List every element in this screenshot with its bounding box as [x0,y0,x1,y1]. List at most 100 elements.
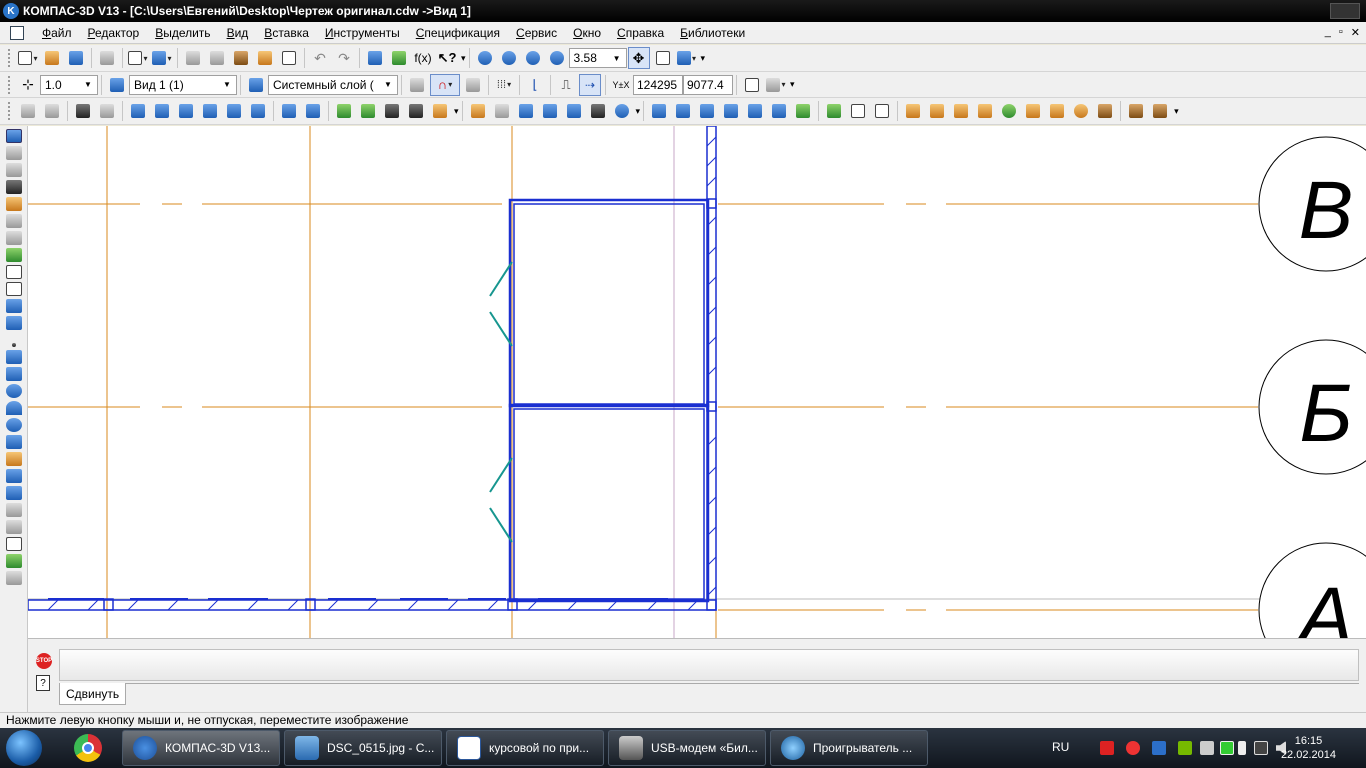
format-painter-button[interactable] [254,47,276,69]
furniture-10-button[interactable] [1125,100,1147,122]
furniture-6-button[interactable] [1022,100,1044,122]
taskbar-item-photo[interactable]: DSC_0515.jpg - C... [284,730,442,766]
tool-frame-button[interactable] [41,100,63,122]
reports-tool-icon[interactable] [6,282,22,296]
select-tool-icon[interactable] [6,231,22,245]
snap-button[interactable]: ∩ ▾ [430,73,460,96]
toolbar-overflow-icon[interactable]: ▾ [790,79,795,90]
new-document-button[interactable]: ▾ [17,47,39,69]
paste-button[interactable] [230,47,252,69]
taskbar-item-kompas[interactable]: КОМПАС-3D V13... [122,730,280,766]
help-icon[interactable]: ? [36,675,50,691]
arch-1-button[interactable] [648,100,670,122]
pan-button[interactable]: ✥ [627,47,650,69]
undo-button[interactable]: ↶ [309,47,331,69]
arch-3-button[interactable] [696,100,718,122]
insert-tool-icon[interactable] [6,299,22,313]
open-button[interactable] [41,47,63,69]
furniture-11-button[interactable] [1149,100,1171,122]
furniture-8-button[interactable] [1070,100,1092,122]
rectangle-tool-icon[interactable] [6,537,22,551]
lib-folder-button[interactable] [467,100,489,122]
zoom-combo[interactable]: 3.58 ▼ [568,48,627,68]
nvidia-icon[interactable] [1178,741,1192,755]
toolbar-grip[interactable] [8,49,12,67]
tool-cut-button[interactable] [333,100,355,122]
redo-button[interactable]: ↷ [333,47,355,69]
arch-8-button[interactable] [823,100,845,122]
furniture-3-button[interactable] [950,100,972,122]
arch-7-button[interactable] [792,100,814,122]
tool-diamond-button[interactable] [247,100,269,122]
spline-tool-icon[interactable] [6,435,22,449]
furniture-9-button[interactable] [1094,100,1116,122]
polyline-tool-icon[interactable] [6,486,22,500]
furniture-4-button[interactable] [974,100,996,122]
arch-2-button[interactable] [672,100,694,122]
view-manager-button[interactable] [364,47,386,69]
lib-tools-button[interactable] [587,100,609,122]
designations-tool-icon[interactable] [6,163,22,177]
properties-button[interactable] [278,47,300,69]
toolbar-overflow-icon[interactable]: ▾ [454,106,459,117]
dropdown-arrow-icon[interactable]: ▼ [220,77,234,93]
menu-window[interactable]: Окно [565,22,609,44]
save-button[interactable] [65,47,87,69]
param-mode-button[interactable]: ⇢ [579,73,601,96]
tool-column-button[interactable] [405,100,427,122]
layer-combo[interactable]: Системный слой ( ▼ [268,74,398,95]
arch-5-button[interactable] [744,100,766,122]
furniture-5-button[interactable] [998,100,1020,122]
doc-restore-icon[interactable]: ▫ [1339,26,1343,39]
library-manager-button[interactable] [388,47,410,69]
tool-stairs-button[interactable] [278,100,300,122]
hatch-tool-icon[interactable] [6,452,22,466]
taskbar-item-word[interactable]: курсовой по при... [446,730,604,766]
zoom-in-button[interactable] [474,47,496,69]
geometry-tool-icon[interactable] [6,129,22,143]
tool-beam-button[interactable] [429,100,451,122]
dimensions-tool-icon[interactable] [6,146,22,160]
doc-minimize-icon[interactable]: _ [1325,26,1331,39]
lib-search-button[interactable] [491,100,513,122]
kompas-app-icon[interactable]: K [3,3,19,19]
chrome-pinned[interactable] [60,732,116,764]
local-snap-button[interactable] [462,74,484,96]
toolbar-grip[interactable] [8,102,12,120]
layer-settings-button[interactable] [406,74,428,96]
tray-app-icon[interactable] [1100,741,1114,755]
toolbar-overflow-icon[interactable]: ▾ [636,106,641,117]
grid-button[interactable]: ⁞⁞⁞ ▾ [493,74,515,96]
regenerate-button[interactable]: ▾ [676,47,698,69]
point-tool-icon[interactable] [12,343,16,347]
tool-window-button[interactable] [151,100,173,122]
drawing-canvas[interactable]: В Б А [28,126,1366,638]
dropdown-arrow-icon[interactable]: ▼ [610,50,624,66]
tool-opening-button[interactable] [199,100,221,122]
fillet-tool-icon[interactable] [6,520,22,534]
dropdown-arrow-icon[interactable]: ▼ [81,77,95,93]
menu-tools[interactable]: Инструменты [317,22,408,44]
toolbar-grip[interactable] [8,75,12,94]
coord-x-field[interactable]: 124295 [633,74,683,95]
chamfer-tool-icon[interactable] [6,503,22,517]
clock[interactable]: 16:15 22.02.2014 [1281,734,1336,762]
tool-table-button[interactable] [302,100,324,122]
cursor-step-button[interactable]: ⊹ [17,74,39,96]
coordinate-system-button[interactable]: ⌊ [524,74,546,96]
variables-button[interactable]: f(x) [412,47,434,69]
tool-wall-button[interactable] [127,100,149,122]
toolbar-overflow-icon[interactable]: ▾ [1174,106,1179,117]
antivirus-icon[interactable] [1126,741,1140,755]
help-pointer-button[interactable]: ↖? [436,47,458,69]
furniture-1-button[interactable] [902,100,924,122]
tool-axes-button[interactable] [72,100,94,122]
tool-arrow-button[interactable] [223,100,245,122]
arc-tool-icon[interactable] [6,401,22,415]
coord-y-field[interactable]: 9077.4 [683,74,733,95]
arch-6-button[interactable] [768,100,790,122]
zoom-window-button[interactable] [498,47,520,69]
lib-help-button[interactable] [611,100,633,122]
refresh-button[interactable] [652,47,674,69]
arch-9-button[interactable] [847,100,869,122]
